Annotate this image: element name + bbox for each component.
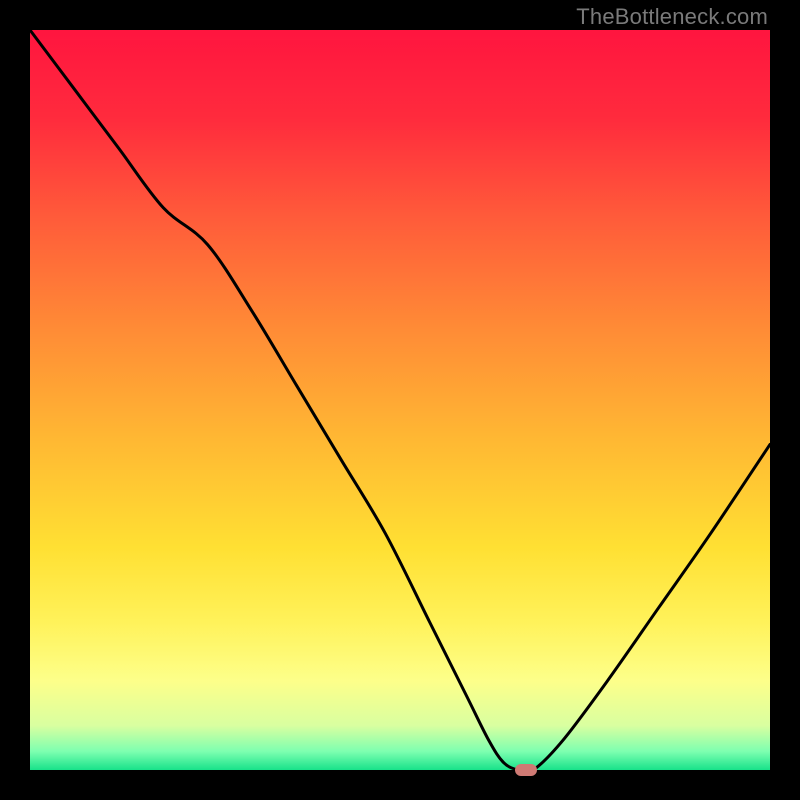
bottleneck-plot — [30, 30, 770, 770]
optimum-marker — [515, 764, 537, 776]
chart-frame — [30, 30, 770, 770]
gradient-background — [30, 30, 770, 770]
watermark-text: TheBottleneck.com — [576, 4, 768, 30]
